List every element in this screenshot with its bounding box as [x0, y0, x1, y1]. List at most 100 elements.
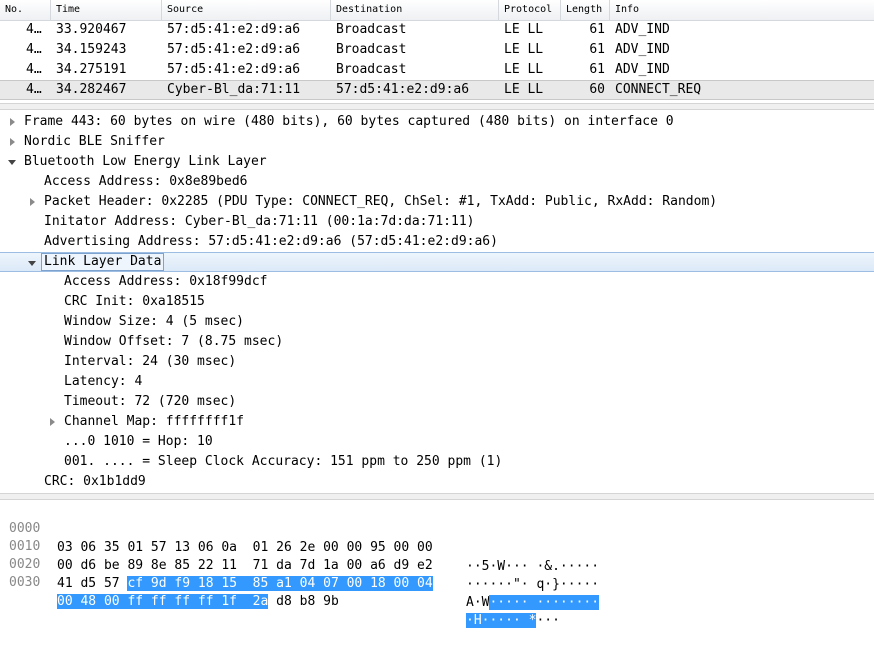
pane-splitter[interactable]	[0, 103, 874, 110]
tree-item-label: CRC Init: 0xa18515	[64, 294, 205, 309]
expand-arrow-icon[interactable]	[6, 112, 18, 132]
tree-item-link-layer-data[interactable]: Link Layer Data	[0, 252, 874, 272]
column-header-no[interactable]: No.	[0, 0, 51, 20]
hex-ascii-highlighted: ·H····· *	[466, 613, 537, 628]
tree-item-label: Latency: 4	[64, 374, 143, 389]
tree-item-crc[interactable]: CRC: 0x1b1dd9	[0, 472, 874, 492]
tree-item-label: Nordic BLE Sniffer	[24, 134, 165, 149]
tree-item-initiator-address[interactable]: Initator Address: Cyber-Bl_da:71:11 (00:…	[0, 212, 874, 232]
packet-no: 4…	[26, 42, 42, 57]
tree-item-label: Interval: 24 (30 msec)	[64, 354, 237, 369]
tree-item-label: Initator Address: Cyber-Bl_da:71:11 (00:…	[44, 214, 475, 229]
hex-bytes-highlighted: cf 9d f9 18 15 85 a1 04 07 00 18 00 04	[127, 576, 433, 591]
tree-item-label: Link Layer Data	[41, 253, 165, 271]
hex-bytes[interactable]: 00 48 00 ff ff ff ff 1f 2a d8 b8 9b	[57, 592, 339, 611]
expand-arrow-icon[interactable]	[26, 192, 38, 212]
hex-ascii-plain: ···	[536, 613, 560, 628]
tree-item-label: ...0 1010 = Hop: 10	[64, 434, 213, 449]
tree-item-label: Window Offset: 7 (8.75 msec)	[64, 334, 284, 349]
packet-info: ADV_IND	[615, 22, 670, 37]
tree-item-label: Access Address: 0x8e89bed6	[44, 174, 248, 189]
tree-item-channel-map[interactable]: Channel Map: ffffffff1f	[0, 412, 874, 432]
tree-item-latency[interactable]: Latency: 4	[0, 372, 874, 392]
packet-info: CONNECT_REQ	[615, 82, 702, 97]
packet-destination: Broadcast	[336, 22, 407, 37]
packet-protocol: LE LL	[504, 82, 544, 97]
hex-row[interactable]: 0010 00 d6 be 89 8e 85 22 11 71 da 7d 1a…	[0, 518, 874, 592]
hex-ascii-highlighted: ····· ········	[489, 595, 600, 610]
tree-item-label: 001. .... = Sleep Clock Accuracy: 151 pp…	[64, 454, 503, 469]
tree-item-packet-header[interactable]: Packet Header: 0x2285 (PDU Type: CONNECT…	[0, 192, 874, 212]
hex-row[interactable]: 0030 00 48 00 ff ff ff ff 1f 2a d8 b8 9b…	[0, 554, 874, 628]
hex-ascii-plain: A·W	[466, 595, 490, 610]
tree-item-interval[interactable]: Interval: 24 (30 msec)	[0, 352, 874, 372]
tree-item-advertising-address[interactable]: Advertising Address: 57:d5:41:e2:d9:a6 (…	[0, 232, 874, 252]
packet-destination: Broadcast	[336, 62, 407, 77]
packet-list[interactable]: No. Time Source Destination Protocol Len…	[0, 0, 874, 103]
packet-info: ADV_IND	[615, 42, 670, 57]
hex-row[interactable]: 0020 41 d5 57 cf 9d f9 18 15 85 a1 04 07…	[0, 536, 874, 610]
hex-ascii-plain: ······"· q·}·····	[466, 577, 600, 592]
packet-row[interactable]: 4… 34.159243 57:d5:41:e2:d9:a6 Broadcast…	[0, 40, 874, 60]
pane-splitter[interactable]	[0, 493, 874, 500]
packet-length: 61	[589, 22, 605, 37]
column-header-info[interactable]: Info	[610, 0, 874, 20]
tree-item-label: Bluetooth Low Energy Link Layer	[24, 154, 267, 169]
tree-item-btle[interactable]: Bluetooth Low Energy Link Layer	[0, 152, 874, 172]
hex-ascii[interactable]: A·W····· ········	[466, 593, 600, 612]
packet-row[interactable]: 4… 33.920467 57:d5:41:e2:d9:a6 Broadcast…	[0, 20, 874, 40]
packet-length: 60	[589, 82, 605, 97]
tree-item-label: Advertising Address: 57:d5:41:e2:d9:a6 (…	[44, 234, 498, 249]
tree-item-timeout[interactable]: Timeout: 72 (720 msec)	[0, 392, 874, 412]
packet-time: 34.275191	[56, 62, 127, 77]
tree-item-label: CRC: 0x1b1dd9	[44, 474, 146, 489]
packet-time: 34.282467	[56, 82, 127, 97]
packet-details-tree[interactable]: Frame 443: 60 bytes on wire (480 bits), …	[0, 110, 874, 493]
collapse-arrow-icon[interactable]	[26, 253, 38, 273]
packet-row[interactable]: 4… 34.275191 57:d5:41:e2:d9:a6 Broadcast…	[0, 60, 874, 80]
expand-arrow-icon[interactable]	[46, 412, 58, 432]
packet-length: 61	[589, 62, 605, 77]
tree-item-nordic-sniffer[interactable]: Nordic BLE Sniffer	[0, 132, 874, 152]
hex-row[interactable]: 0000 03 06 35 01 57 13 06 0a 01 26 2e 00…	[0, 500, 874, 574]
column-header-destination[interactable]: Destination	[331, 0, 499, 20]
packet-source: 57:d5:41:e2:d9:a6	[167, 42, 301, 57]
hex-bytes-plain: 41 d5 57	[57, 576, 128, 591]
column-header-source[interactable]: Source	[162, 0, 331, 20]
tree-item-window-size[interactable]: Window Size: 4 (5 msec)	[0, 312, 874, 332]
packet-no: 4…	[26, 62, 42, 77]
column-header-length[interactable]: Length	[561, 0, 610, 20]
collapse-arrow-icon[interactable]	[6, 152, 18, 172]
column-header-time[interactable]: Time	[51, 0, 162, 20]
hex-bytes-plain: d8 b8 9b	[268, 594, 339, 609]
hex-ascii[interactable]: ······"· q·}·····	[466, 575, 599, 594]
hex-dump-pane[interactable]: 0000 03 06 35 01 57 13 06 0a 01 26 2e 00…	[0, 500, 874, 628]
tree-item-hop[interactable]: ...0 1010 = Hop: 10	[0, 432, 874, 452]
expand-arrow-icon[interactable]	[6, 132, 18, 152]
packet-destination: Broadcast	[336, 42, 407, 57]
hex-bytes[interactable]: 41 d5 57 cf 9d f9 18 15 85 a1 04 07 00 1…	[57, 574, 433, 593]
tree-item-label: Channel Map: ffffffff1f	[64, 414, 245, 429]
packet-protocol: LE LL	[504, 42, 544, 57]
packet-protocol: LE LL	[504, 22, 544, 37]
tree-item-label: Window Size: 4 (5 msec)	[64, 314, 245, 329]
tree-item-ll-access-address[interactable]: Access Address: 0x18f99dcf	[0, 272, 874, 292]
packet-protocol: LE LL	[504, 62, 544, 77]
tree-item-frame[interactable]: Frame 443: 60 bytes on wire (480 bits), …	[0, 112, 874, 132]
tree-item-label: Packet Header: 0x2285 (PDU Type: CONNECT…	[44, 194, 718, 209]
packet-source: 57:d5:41:e2:d9:a6	[167, 22, 301, 37]
tree-item-window-offset[interactable]: Window Offset: 7 (8.75 msec)	[0, 332, 874, 352]
tree-item-sleep-clock-accuracy[interactable]: 001. .... = Sleep Clock Accuracy: 151 pp…	[0, 452, 874, 472]
packet-source: Cyber-Bl_da:71:11	[167, 82, 301, 97]
packet-time: 33.920467	[56, 22, 127, 37]
packet-time: 34.159243	[56, 42, 127, 57]
packet-no: 4…	[26, 82, 42, 97]
packet-row-selected[interactable]: 4… 34.282467 Cyber-Bl_da:71:11 57:d5:41:…	[0, 80, 874, 100]
tree-item-access-address[interactable]: Access Address: 0x8e89bed6	[0, 172, 874, 192]
hex-ascii[interactable]: ·H····· *···	[466, 611, 560, 630]
tree-item-label: Frame 443: 60 bytes on wire (480 bits), …	[24, 114, 674, 129]
column-header-protocol[interactable]: Protocol	[499, 0, 561, 20]
tree-item-crc-init[interactable]: CRC Init: 0xa18515	[0, 292, 874, 312]
packet-info: ADV_IND	[615, 62, 670, 77]
packet-list-header: No. Time Source Destination Protocol Len…	[0, 0, 874, 21]
